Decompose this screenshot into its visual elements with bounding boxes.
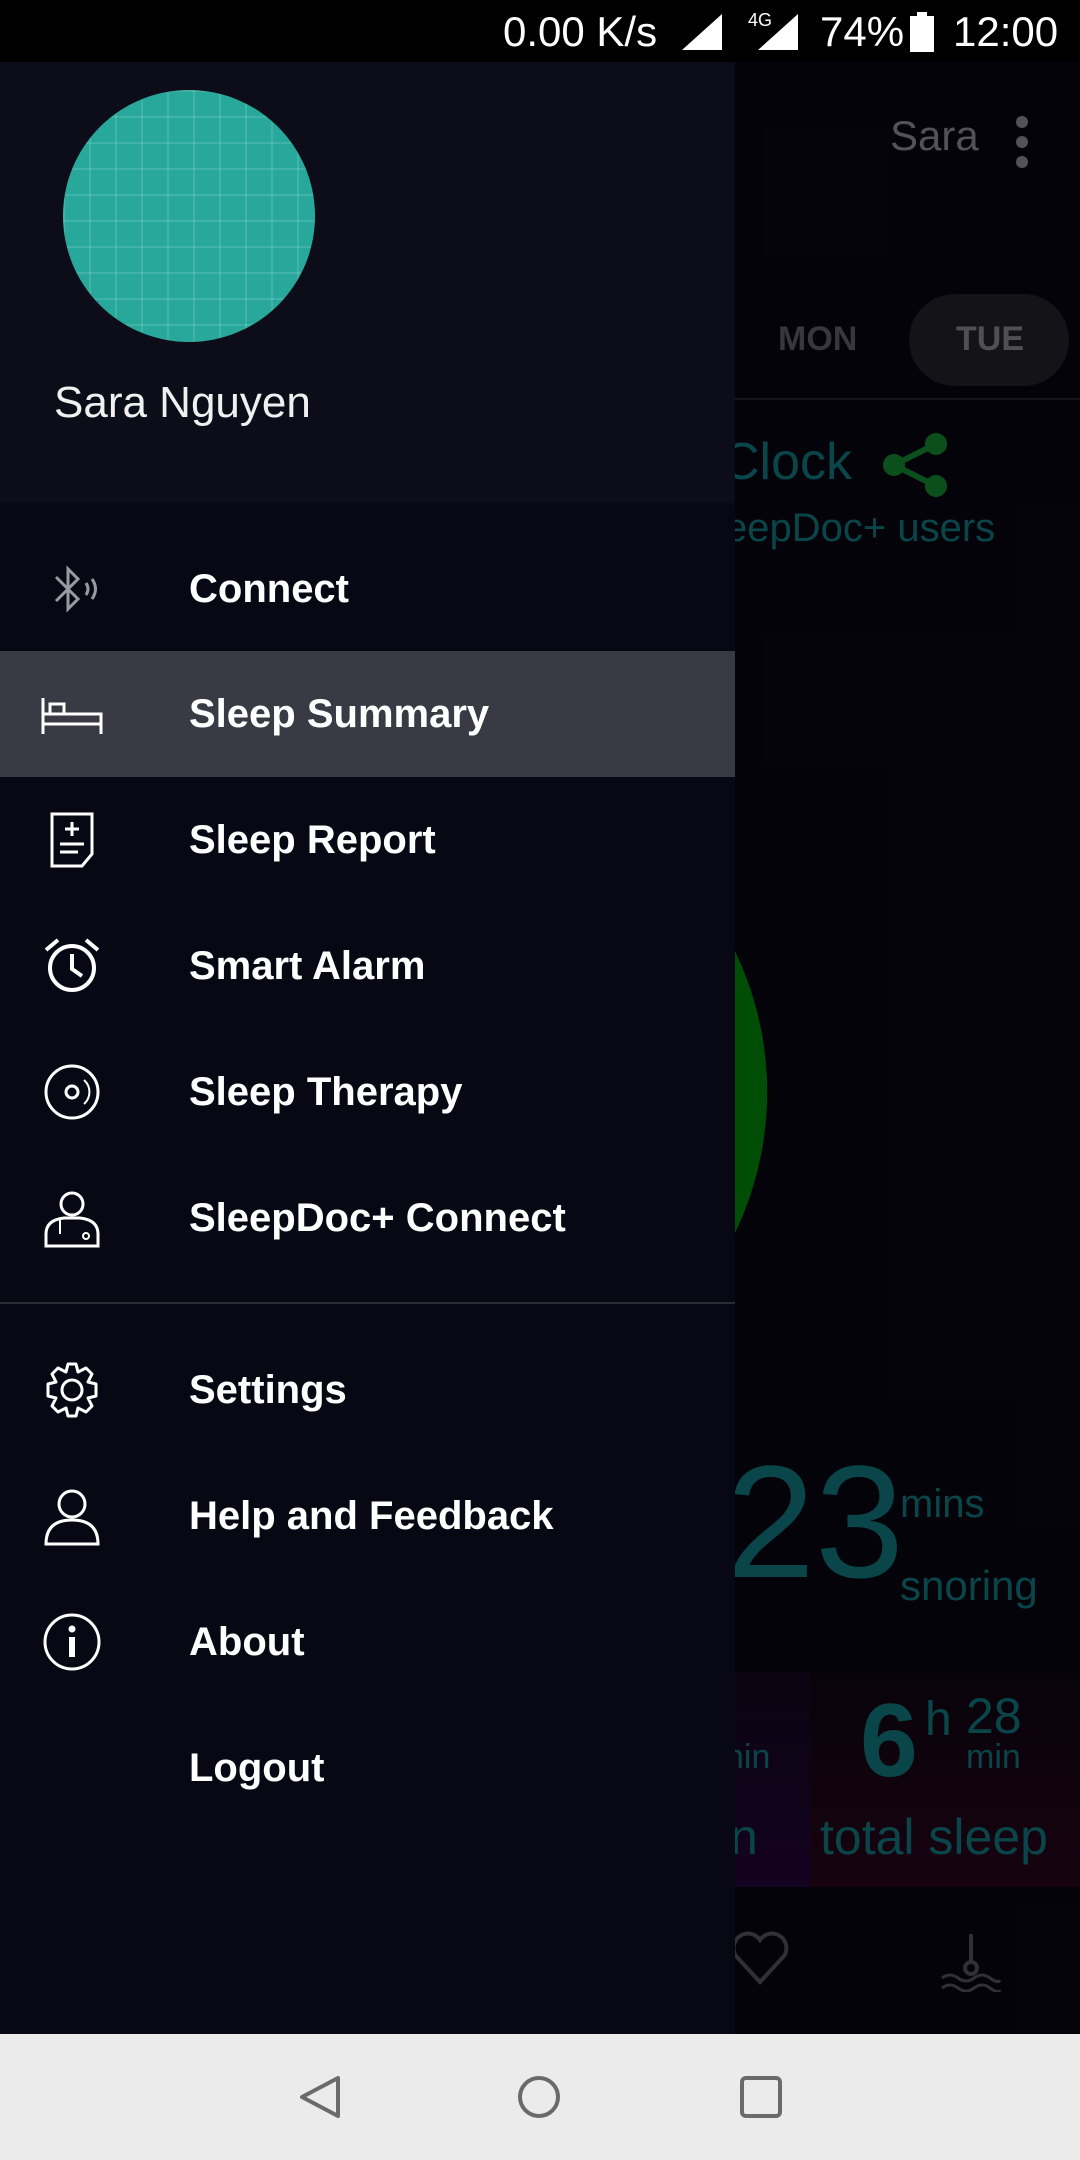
profile-name: Sara Nguyen [54,378,311,427]
recents-icon[interactable] [738,2074,784,2120]
menu-item-sleep-summary[interactable]: Sleep Summary [0,651,735,777]
avatar[interactable] [63,90,315,342]
disc-icon [44,1064,100,1120]
menu-divider [0,1302,735,1304]
menu-item-sleep-therapy[interactable]: Sleep Therapy [0,1029,735,1155]
menu-item-logout[interactable]: Logout [0,1705,735,1831]
menu-label: About [189,1620,305,1664]
menu-item-sleep-report[interactable]: Sleep Report [0,777,735,903]
menu-item-sleepdoc-connect[interactable]: SleepDoc+ Connect [0,1155,735,1281]
battery-percent: 74% [820,8,905,55]
menu-item-about[interactable]: About [0,1579,735,1705]
menu-item-help-feedback[interactable]: Help and Feedback [0,1453,735,1579]
bluetooth-icon [54,565,97,613]
info-icon [43,1613,101,1671]
status-bar: 0.00 K/s 4G 74% 12:00 [0,0,1080,62]
user-icon [44,1489,100,1546]
menu-label: Smart Alarm [189,944,426,988]
menu-item-connect[interactable]: Connect [0,526,735,652]
drawer-header: Sara Nguyen [0,62,735,503]
report-icon [50,812,94,868]
gear-icon [46,1362,98,1418]
menu-label: Sleep Summary [189,692,490,736]
menu-label: Logout [189,1746,325,1790]
network-speed: 0.00 K/s [503,8,658,55]
menu-label: Connect [189,567,349,611]
menu-label: Help and Feedback [189,1494,554,1538]
home-icon[interactable] [516,2074,562,2120]
menu-label: Sleep Therapy [189,1070,463,1114]
battery-icon [910,12,934,52]
navigation-drawer: Sara Nguyen Connect Sleep Summary Sleep … [0,62,735,2034]
clock-time: 12:00 [953,8,1059,55]
system-navigation-bar [0,2034,1080,2160]
back-icon[interactable] [296,2074,342,2120]
drawer-scrim[interactable] [735,62,1080,2034]
menu-item-settings[interactable]: Settings [0,1327,735,1453]
menu-label: Sleep Report [189,818,436,862]
signal-icon [682,14,722,50]
signal-4g-icon [758,14,798,50]
menu-label: SleepDoc+ Connect [189,1196,566,1240]
bed-icon [41,698,103,734]
menu-label: Settings [189,1368,347,1412]
doctor-icon [44,1191,100,1248]
menu-item-smart-alarm[interactable]: Smart Alarm [0,903,735,1029]
alarm-clock-icon [44,938,100,992]
